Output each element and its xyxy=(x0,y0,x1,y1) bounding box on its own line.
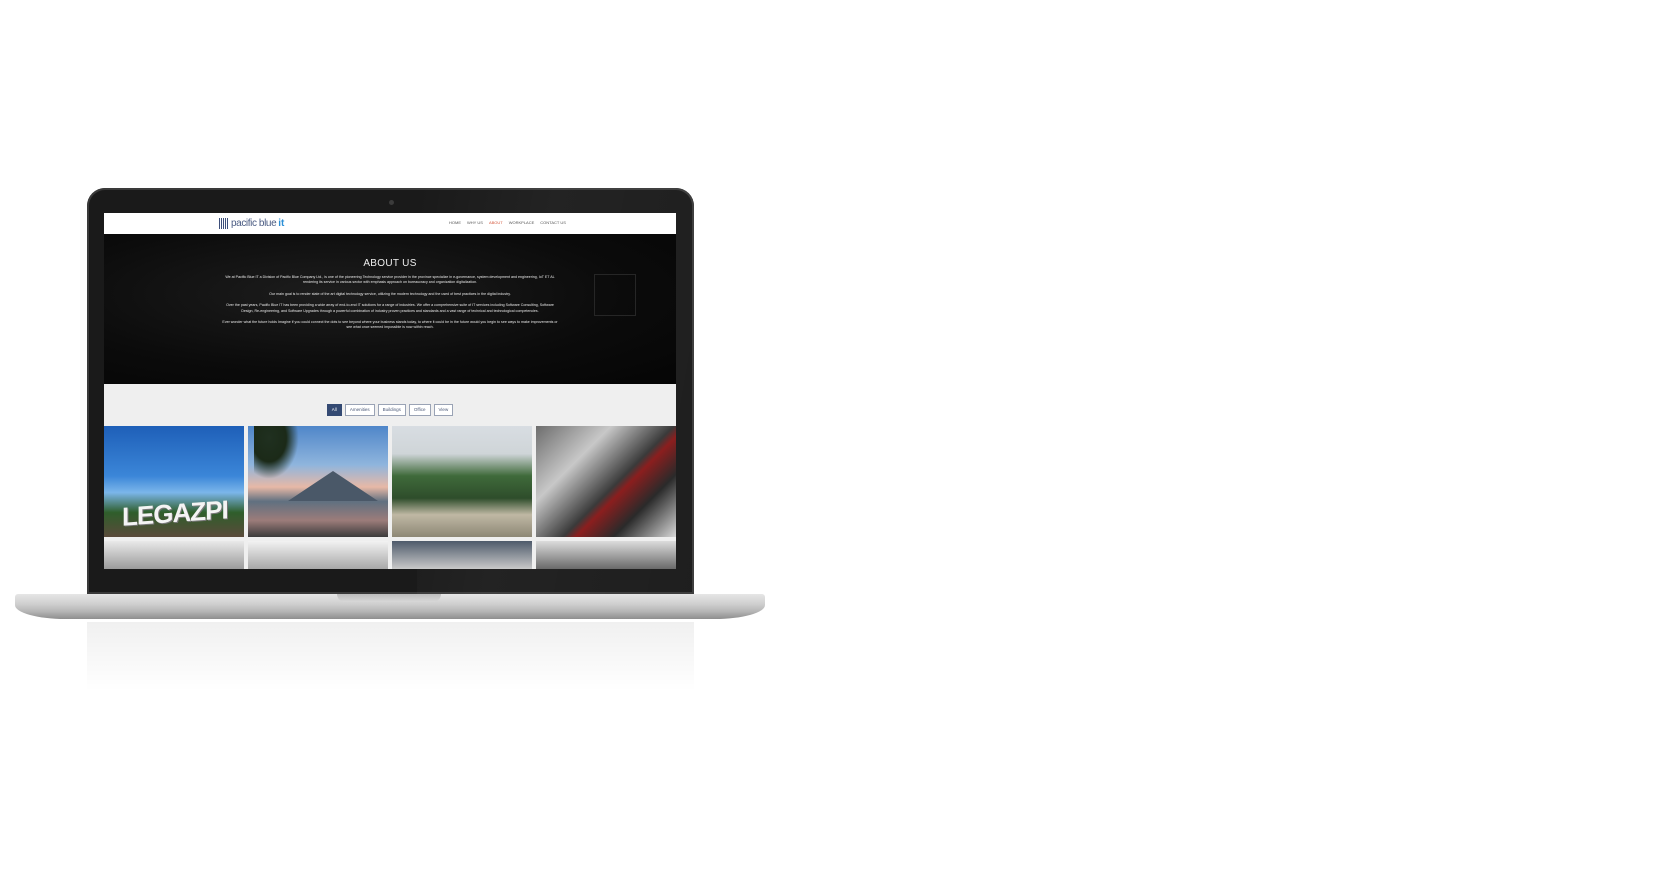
nav-contact-us[interactable]: CONTACT US xyxy=(540,220,566,225)
gallery-tile-office-5[interactable] xyxy=(536,541,676,569)
site-header: pacific blue it HOME WHY US ABOUT WORKPL… xyxy=(104,213,676,234)
gallery-tile-office-4[interactable] xyxy=(392,541,532,569)
background-decor xyxy=(594,274,636,316)
logo-suffix: it xyxy=(278,218,285,229)
about-paragraph-4: Ever wonder what the future holds Imagin… xyxy=(222,320,558,330)
nav-home[interactable]: HOME xyxy=(449,220,461,225)
gallery-tile-mayon-view[interactable] xyxy=(248,426,388,537)
gallery-tile-office-2[interactable] xyxy=(104,541,244,569)
about-paragraph-3: Over the past years, Pacific Blue IT has… xyxy=(226,303,554,313)
gallery-grid: LEGAZPI xyxy=(104,426,676,569)
camera-icon xyxy=(389,200,394,205)
legazpi-sign-text: LEGAZPI xyxy=(122,494,228,532)
filter-view[interactable]: View xyxy=(433,404,454,416)
logo-text: pacific blue xyxy=(231,218,277,229)
laptop-screen: pacific blue it HOME WHY US ABOUT WORKPL… xyxy=(104,213,676,569)
gallery-tile-legazpi-sign[interactable]: LEGAZPI xyxy=(104,426,244,537)
laptop-notch xyxy=(337,594,441,602)
gallery-section: All Amenities Buildings Office View LEGA… xyxy=(104,384,676,569)
gallery-filters: All Amenities Buildings Office View xyxy=(104,404,676,416)
filter-office[interactable]: Office xyxy=(408,404,431,416)
logo-grid-icon xyxy=(219,218,229,229)
about-title: ABOUT US xyxy=(363,258,417,269)
main-nav: HOME WHY US ABOUT WORKPLACE CONTACT US xyxy=(449,220,566,225)
nav-about[interactable]: ABOUT xyxy=(489,220,503,225)
gallery-tile-courtyard[interactable] xyxy=(392,426,532,537)
filter-buildings[interactable]: Buildings xyxy=(377,404,406,416)
about-section: ABOUT US We at Pacific Blue IT a Divisio… xyxy=(104,234,676,384)
nav-workplace[interactable]: WORKPLACE xyxy=(509,220,535,225)
gallery-tile-office-3[interactable] xyxy=(248,541,388,569)
mountain-shape xyxy=(288,471,378,501)
filter-amenities[interactable]: Amenities xyxy=(344,404,375,416)
filter-all[interactable]: All xyxy=(326,404,342,416)
laptop-base xyxy=(15,594,765,619)
laptop-reflection xyxy=(87,622,694,692)
about-paragraph-2: Our main goal is to render state of the … xyxy=(269,291,511,296)
gallery-tile-office-interior[interactable] xyxy=(536,426,676,537)
about-paragraph-1: We at Pacific Blue IT a Division of Paci… xyxy=(225,275,555,285)
laptop-lid: pacific blue it HOME WHY US ABOUT WORKPL… xyxy=(87,188,694,594)
site-logo[interactable]: pacific blue it xyxy=(219,217,284,230)
nav-why-us[interactable]: WHY US xyxy=(467,220,483,225)
